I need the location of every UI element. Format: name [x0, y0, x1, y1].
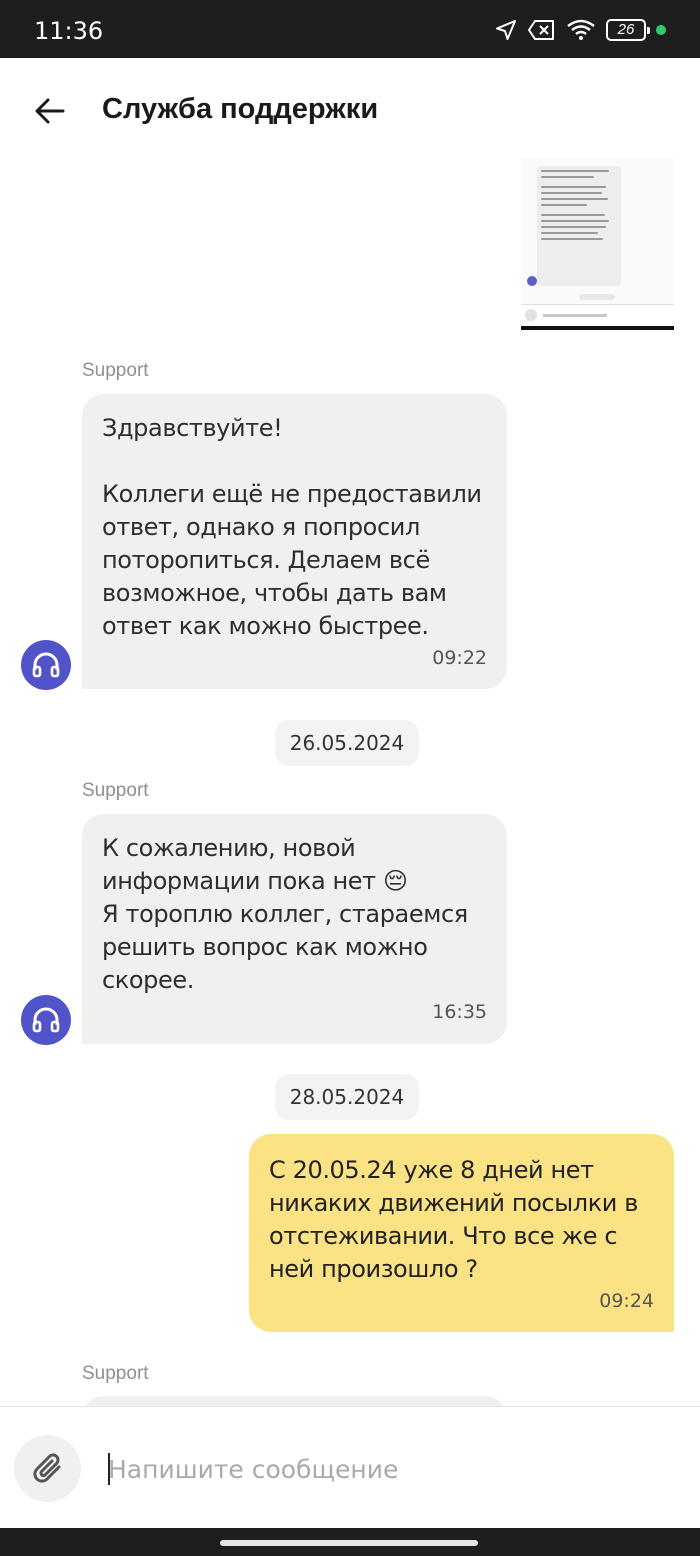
message-text: К сожалению, новой информации пока нет 😔… [102, 834, 468, 994]
status-bar: 11:36 26 [0, 0, 700, 58]
thumbnail-bubble [537, 166, 621, 286]
incoming-message[interactable]: К сожалению, новой информации пока нет 😔… [82, 814, 507, 1044]
message-input[interactable] [108, 1449, 668, 1489]
message-composer [0, 1406, 700, 1528]
camera-active-dot [656, 25, 666, 35]
system-nav-bar [0, 1528, 700, 1556]
location-arrow-icon [496, 20, 516, 40]
thumbnail-input [521, 304, 674, 326]
message-time: 16:35 [432, 1001, 487, 1023]
sender-name: Support [82, 1363, 149, 1384]
thumbnail-date [579, 294, 615, 300]
message-text: Здравствуйте! Коллеги ещё не предоставил… [102, 414, 482, 640]
support-avatar [21, 995, 71, 1045]
headset-icon [32, 1007, 60, 1033]
battery-icon: 26 [606, 19, 650, 41]
sender-name: Support [82, 360, 149, 381]
status-icons: 26 [494, 18, 666, 42]
incoming-message-partial[interactable] [82, 1396, 507, 1406]
incoming-message[interactable]: Здравствуйте! Коллеги ещё не предоставил… [82, 394, 507, 689]
headset-icon [32, 652, 60, 678]
app-header: Служба поддержки [0, 58, 700, 160]
text-caret [108, 1453, 110, 1485]
page-title: Служба поддержки [102, 93, 379, 125]
arrow-left-icon [35, 98, 65, 124]
sim-off-icon [528, 20, 554, 40]
chat-messages[interactable]: Support Здравствуйте! Коллеги ещё не пре… [0, 150, 700, 1406]
outgoing-message[interactable]: С 20.05.24 уже 8 дней нет никаких движен… [249, 1134, 674, 1332]
home-gesture-handle[interactable] [220, 1540, 478, 1546]
attached-screenshot-thumbnail[interactable] [521, 158, 674, 330]
message-text: С 20.05.24 уже 8 дней нет никаких движен… [269, 1156, 638, 1283]
message-time: 09:22 [432, 647, 487, 669]
paperclip-icon [32, 1453, 60, 1483]
sender-name: Support [82, 780, 149, 801]
date-separator: 26.05.2024 [275, 720, 419, 766]
back-button[interactable] [30, 91, 70, 131]
date-separator: 28.05.2024 [275, 1074, 419, 1120]
status-time: 11:36 [34, 17, 104, 45]
message-time: 09:24 [599, 1290, 654, 1312]
attach-button[interactable] [14, 1435, 81, 1502]
battery-level: 26 [617, 21, 635, 38]
wifi-icon [567, 19, 595, 40]
thumbnail-avatar [527, 276, 537, 286]
support-avatar [21, 640, 71, 690]
